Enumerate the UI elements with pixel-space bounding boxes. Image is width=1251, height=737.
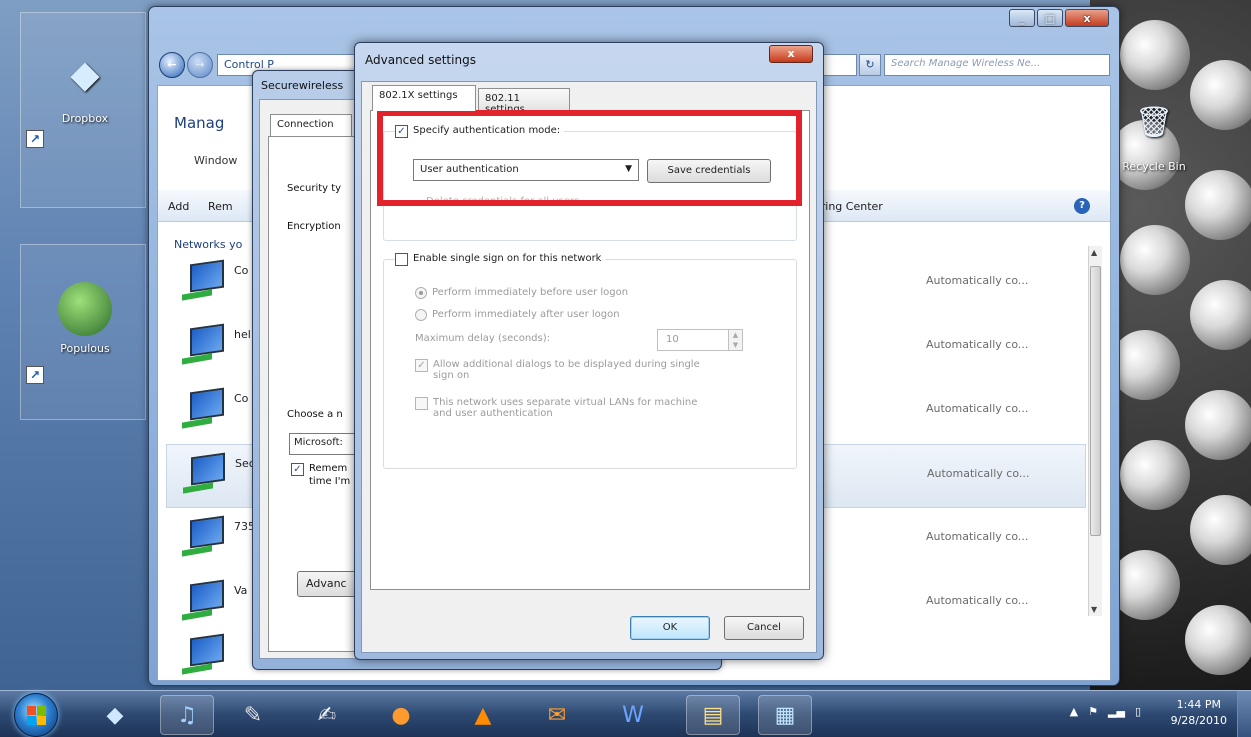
scrollbar-thumb[interactable] xyxy=(1090,266,1101,536)
minimize-button[interactable]: _ xyxy=(1009,9,1035,27)
battery-icon[interactable]: ▯ xyxy=(1135,705,1141,718)
wireless-network-icon xyxy=(182,515,226,560)
allow-dialogs-checkbox[interactable]: ✓ xyxy=(415,359,428,372)
allow-dialogs-row: ✓ Allow additional dialogs to be display… xyxy=(415,359,700,381)
dialog-title: Advanced settings xyxy=(365,53,476,67)
vlan-row: This network uses separate virtual LANs … xyxy=(415,397,697,419)
dialog-body: 802.1X settings 802.11 settings ✓ Specif… xyxy=(361,81,817,653)
page-title: Manag xyxy=(174,114,225,132)
vlc-icon[interactable]: ▲ xyxy=(456,695,510,735)
close-button[interactable]: x xyxy=(769,45,813,63)
wireless-network-icon xyxy=(183,452,227,497)
delete-credentials-text: Delete credentials for all users xyxy=(426,196,580,207)
specify-auth-row: ✓ Specify authentication mode: xyxy=(395,125,565,138)
wireless-network-icon xyxy=(182,387,226,432)
spinner-arrows-icon[interactable]: ▲ ▼ xyxy=(728,330,742,350)
box-app-icon[interactable]: ◆ xyxy=(88,695,142,735)
specify-auth-checkbox[interactable]: ✓ xyxy=(395,125,408,138)
perform-before-row: Perform immediately before user logon xyxy=(415,287,628,299)
desktop-icon-dropbox[interactable]: ◆ Dropbox xyxy=(30,42,140,125)
search-input[interactable]: Search Manage Wireless Ne... xyxy=(884,54,1110,76)
perform-before-radio[interactable] xyxy=(415,287,427,299)
clock[interactable]: 1:44 PM 9/28/2010 xyxy=(1171,697,1227,729)
windows-flag-icon xyxy=(27,706,47,726)
itunes-icon[interactable]: ♫ xyxy=(160,695,214,735)
wireless-network-icon xyxy=(182,259,226,304)
encryption-label: Encryption xyxy=(287,221,341,232)
populous-globe-icon xyxy=(58,282,112,336)
remember-credentials-checkbox[interactable]: ✓ xyxy=(291,463,304,476)
max-delay-label: Maximum delay (seconds): xyxy=(415,333,550,344)
tab-panel-8021x: ✓ Specify authentication mode: User auth… xyxy=(370,110,810,590)
remove-button[interactable]: Rem xyxy=(208,200,233,213)
auth-mode-dropdown[interactable]: User authentication ▼ xyxy=(413,159,639,181)
desktop-icon-populous[interactable]: Populous xyxy=(30,282,140,355)
remember-label: Remem xyxy=(309,463,348,474)
forward-arrow-icon[interactable]: → xyxy=(187,52,213,78)
max-delay-spinner[interactable]: 10 ▲ ▼ xyxy=(657,329,743,351)
show-desktop-button[interactable] xyxy=(1237,691,1251,737)
networks-label: Networks yo xyxy=(174,238,243,251)
outlook-icon[interactable]: ✉ xyxy=(530,695,584,735)
window-controls: _ □ x xyxy=(1009,9,1109,27)
refresh-icon[interactable]: ↻ xyxy=(859,54,881,76)
vertical-scrollbar[interactable]: ▲ ▼ xyxy=(1088,246,1102,616)
network-signal-icon[interactable]: ▂▄ xyxy=(1108,705,1125,718)
word-icon[interactable]: W xyxy=(606,695,660,735)
start-orb[interactable] xyxy=(14,693,58,737)
shortcut-arrow-icon: ↗ xyxy=(26,130,44,148)
action-center-flag-icon[interactable]: ⚑ xyxy=(1088,705,1098,718)
advanced-settings-dialog: Advanced settings x 802.1X settings 802.… xyxy=(354,42,824,660)
scroll-down-icon[interactable]: ▼ xyxy=(1091,605,1097,614)
add-button[interactable]: Add xyxy=(168,200,189,213)
wireless-network-icon xyxy=(182,579,226,624)
tab-80211-settings[interactable]: 802.11 settings xyxy=(478,88,570,115)
choose-method-label: Choose a n xyxy=(287,409,343,420)
remember-label-2: time I'm xyxy=(309,476,351,487)
separate-vlan-checkbox[interactable] xyxy=(415,397,428,410)
maximize-button[interactable]: □ xyxy=(1037,9,1063,27)
window-title: Securewireless xyxy=(261,79,344,92)
cancel-button[interactable]: Cancel xyxy=(724,616,804,640)
desktop: ◆ Dropbox ↗ Populous ↗ 🗑 Recycle Bin _ □… xyxy=(0,0,1251,690)
recycle-bin-icon: 🗑 xyxy=(1134,104,1174,140)
ok-button[interactable]: OK xyxy=(630,616,710,640)
chevron-down-icon: ▼ xyxy=(625,164,632,174)
enable-sso-checkbox[interactable] xyxy=(395,253,408,266)
system-tray: ▲ ⚑ ▂▄ ▯ xyxy=(1070,705,1141,718)
back-arrow-icon[interactable]: ← xyxy=(159,52,185,78)
wireless-network-icon xyxy=(182,323,226,368)
auth-mode-group xyxy=(383,131,797,241)
taskbar: ◆ ♫ ✎ ✍ ● ▲ ✉ W ▤ ▦ ▲ ⚑ ▂▄ ▯ 1:44 PM 9/2… xyxy=(0,690,1251,737)
perform-after-radio[interactable] xyxy=(415,309,427,321)
firefox-icon[interactable]: ● xyxy=(374,695,428,735)
perform-after-row: Perform immediately after user logon xyxy=(415,309,620,321)
tray-expand-icon[interactable]: ▲ xyxy=(1070,705,1078,718)
dropbox-icon: ◆ xyxy=(70,52,100,96)
shortcut-arrow-icon: ↗ xyxy=(26,366,44,384)
tab-connection[interactable]: Connection xyxy=(270,114,352,136)
paint-icon[interactable]: ✎ xyxy=(226,695,280,735)
explorer-icon[interactable]: ▤ xyxy=(686,695,740,735)
scroll-up-icon[interactable]: ▲ xyxy=(1091,248,1097,257)
control-panel-icon[interactable]: ▦ xyxy=(758,695,812,735)
tab-8021x-settings[interactable]: 802.1X settings xyxy=(372,85,476,111)
help-icon[interactable]: ? xyxy=(1074,198,1090,214)
page-subtitle: Window xyxy=(194,154,238,167)
close-button[interactable]: x xyxy=(1065,9,1109,27)
sso-row: Enable single sign on for this network xyxy=(395,253,606,266)
save-credentials-button[interactable]: Save credentials xyxy=(647,159,771,183)
sharing-center-link[interactable]: aring Center xyxy=(814,200,883,213)
notepad-icon[interactable]: ✍ xyxy=(300,695,354,735)
security-type-label: Security ty xyxy=(287,183,342,194)
wireless-network-icon xyxy=(182,633,226,678)
